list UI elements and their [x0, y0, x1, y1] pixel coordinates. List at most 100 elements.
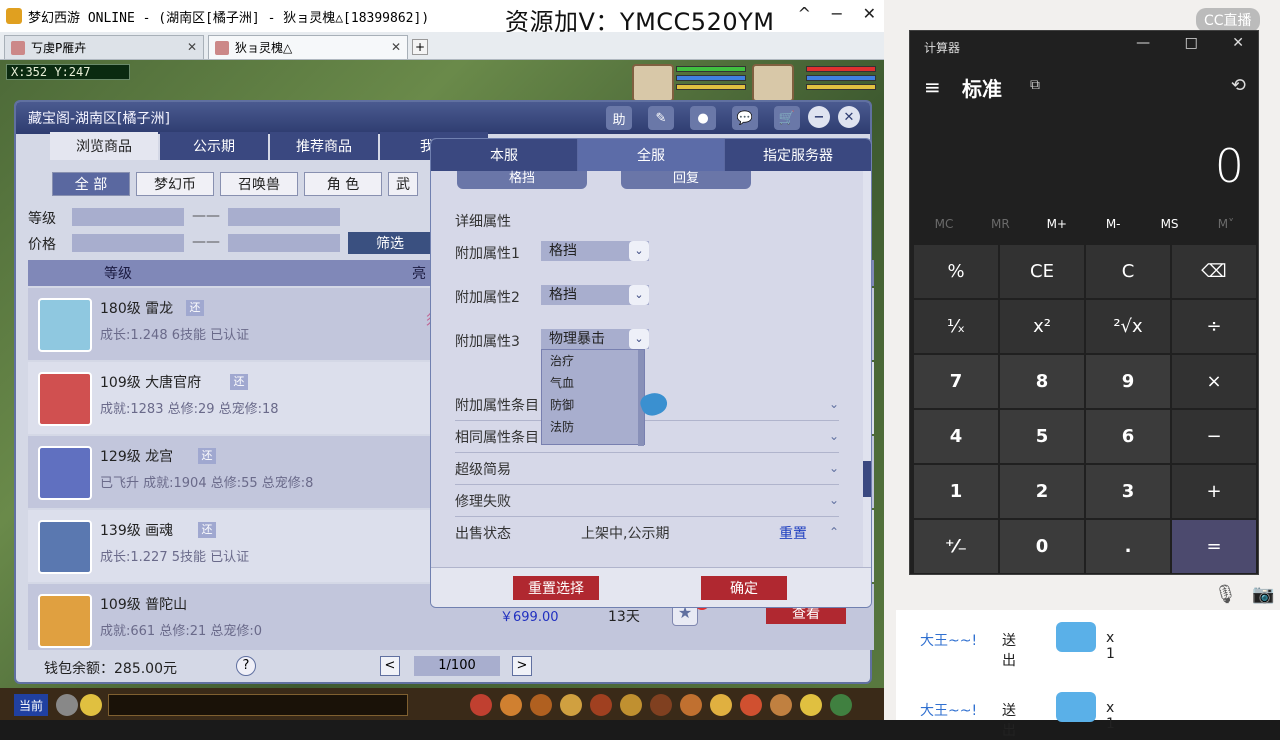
item-icon[interactable] [830, 694, 852, 716]
game-tab-2[interactable]: 狄ョ灵槐△ ✕ [208, 35, 408, 59]
chevron-down-icon[interactable]: ⌄ [629, 329, 649, 349]
equals-key[interactable]: = [1172, 520, 1256, 573]
item-icon[interactable] [560, 694, 582, 716]
category-weapon[interactable]: 武 [388, 172, 418, 196]
level-max-input[interactable] [228, 208, 340, 226]
mic-icon[interactable] [56, 694, 78, 716]
keep-on-top-icon[interactable]: ⧉ [1030, 77, 1040, 93]
item-icon[interactable] [620, 694, 642, 716]
prev-page-button[interactable]: < [380, 656, 400, 676]
chat-icon[interactable]: 💬 [732, 106, 758, 130]
next-page-button[interactable]: > [512, 656, 532, 676]
pet-portrait[interactable] [632, 64, 674, 102]
memory-clear-button[interactable]: MC [916, 217, 972, 231]
restore-button[interactable]: − [830, 4, 843, 23]
close-button[interactable]: ✕ [863, 4, 876, 23]
dropdown-option[interactable]: 治疗 [542, 350, 644, 372]
backspace-key[interactable]: ⌫ [1172, 245, 1256, 298]
memory-subtract-button[interactable]: M- [1085, 217, 1141, 231]
minimize-button[interactable]: — [1136, 35, 1150, 51]
item-icon[interactable] [650, 694, 672, 716]
tab-close-icon[interactable]: ✕ [187, 40, 197, 54]
player-portrait[interactable] [752, 64, 794, 102]
item-icon[interactable] [740, 694, 762, 716]
dropdown-option[interactable]: 防御 [542, 394, 644, 416]
multiply-key[interactable]: × [1172, 355, 1256, 408]
tab-recommend[interactable]: 推荐商品 [270, 132, 378, 160]
chevron-down-icon[interactable]: ⌄ [629, 285, 649, 305]
record-icon[interactable]: ● [690, 106, 716, 130]
square-key[interactable]: x² [1000, 300, 1084, 353]
maximize-button[interactable]: □ [1185, 35, 1198, 51]
digit-7-key[interactable]: 7 [914, 355, 998, 408]
tab-public[interactable]: 公示期 [160, 132, 268, 160]
square-root-key[interactable]: ²√x [1086, 300, 1170, 353]
block-option-button[interactable]: 格挡 [457, 171, 587, 189]
price-max-input[interactable] [228, 234, 340, 252]
emoji-icon[interactable] [80, 694, 102, 716]
help-icon[interactable]: 助 [606, 106, 632, 130]
edit-icon[interactable]: ✎ [648, 106, 674, 130]
chat-user[interactable]: 大王~~! [920, 703, 977, 719]
reset-selection-button[interactable]: 重置选择 [513, 576, 599, 600]
memory-store-button[interactable]: MS [1142, 217, 1198, 231]
category-all[interactable]: 全 部 [52, 172, 130, 196]
attr1-select[interactable]: 格挡 ⌄ [541, 241, 649, 261]
digit-0-key[interactable]: 0 [1000, 520, 1084, 573]
history-icon[interactable]: ⟲ [1231, 75, 1246, 96]
chevron-down-icon[interactable]: ⌄ [629, 241, 649, 261]
digit-8-key[interactable]: 8 [1000, 355, 1084, 408]
microphone-icon[interactable]: 🎙 [1214, 584, 1237, 605]
attr2-select[interactable]: 格挡 ⌄ [541, 285, 649, 305]
subtract-key[interactable]: − [1172, 410, 1256, 463]
category-pet[interactable]: 召唤兽 [220, 172, 298, 196]
minimize-button[interactable]: ^ [798, 4, 811, 23]
collapsible-super-simple[interactable]: 超级简易 ⌄ [455, 455, 839, 485]
item-icon[interactable] [500, 694, 522, 716]
item-icon[interactable] [530, 694, 552, 716]
item-icon[interactable] [470, 694, 492, 716]
digit-4-key[interactable]: 4 [914, 410, 998, 463]
add-key[interactable]: + [1172, 465, 1256, 518]
dropdown-option[interactable]: 气血 [542, 372, 644, 394]
category-character[interactable]: 角 色 [304, 172, 382, 196]
memory-add-button[interactable]: M+ [1029, 217, 1085, 231]
cart-icon[interactable]: 🛒 [774, 106, 800, 130]
menu-icon[interactable]: ≡ [924, 75, 941, 99]
memory-recall-button[interactable]: MR [972, 217, 1028, 231]
game-tab-1[interactable]: 丂虔P雁卉 ✕ [4, 35, 204, 59]
memory-list-button[interactable]: M˅ [1198, 217, 1254, 231]
reciprocal-key[interactable]: ¹⁄ₓ [914, 300, 998, 353]
popup-scrollbar[interactable] [863, 171, 871, 567]
percent-key[interactable]: % [914, 245, 998, 298]
add-tab-button[interactable]: + [412, 39, 428, 55]
digit-6-key[interactable]: 6 [1086, 410, 1170, 463]
chat-user[interactable]: 大王~~! [920, 633, 977, 649]
item-icon[interactable] [770, 694, 792, 716]
sale-status-reset-link[interactable]: 重置 [779, 523, 807, 543]
tab-browse[interactable]: 浏览商品 [50, 132, 158, 160]
level-min-input[interactable] [72, 208, 184, 226]
item-icon[interactable] [710, 694, 732, 716]
close-button[interactable]: ✕ [1232, 35, 1244, 51]
close-icon[interactable]: ✕ [838, 106, 860, 128]
minimize-icon[interactable]: − [808, 106, 830, 128]
chevron-up-icon[interactable]: ⌃ [829, 525, 839, 539]
attr3-select[interactable]: 物理暴击 ⌄ [541, 329, 649, 349]
digit-9-key[interactable]: 9 [1086, 355, 1170, 408]
divide-key[interactable]: ÷ [1172, 300, 1256, 353]
collapsible-repair-fail[interactable]: 修理失败 ⌄ [455, 487, 839, 517]
tab-close-icon[interactable]: ✕ [391, 40, 401, 54]
item-icon[interactable] [800, 694, 822, 716]
help-icon[interactable]: ? [236, 656, 256, 676]
recover-option-button[interactable]: 回复 [621, 171, 751, 189]
collapsible-same-attr[interactable]: 相同属性条目 ⌄ [455, 423, 839, 453]
negate-key[interactable]: ⁺⁄₋ [914, 520, 998, 573]
tab-specific-server[interactable]: 指定服务器 [725, 139, 871, 171]
filter-button[interactable]: 筛选 [348, 232, 432, 254]
dropdown-option[interactable]: 法防 [542, 416, 644, 438]
clear-entry-key[interactable]: CE [1000, 245, 1084, 298]
digit-3-key[interactable]: 3 [1086, 465, 1170, 518]
camera-icon[interactable]: 📷 [1252, 584, 1274, 605]
digit-2-key[interactable]: 2 [1000, 465, 1084, 518]
